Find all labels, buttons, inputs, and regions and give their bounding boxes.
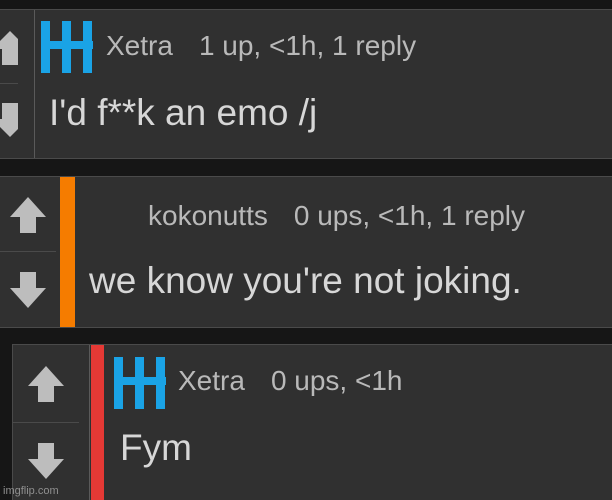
user-logo-icon <box>41 21 93 73</box>
comment: kokonutts 0 ups, <1h, 1 reply we know you… <box>0 176 612 328</box>
arrow-down-icon <box>10 271 46 308</box>
arrow-up-icon <box>0 31 18 65</box>
downvote-button[interactable] <box>0 83 18 158</box>
arrow-up-icon <box>10 196 46 233</box>
user-logo-icon <box>114 357 166 409</box>
comment-meta: Xetra 1 up, <1h, 1 reply <box>106 30 416 62</box>
divider <box>89 345 90 500</box>
vote-column <box>0 177 56 327</box>
upvote-button[interactable] <box>0 177 56 252</box>
vote-time-info: 1 up, <1h, 1 reply <box>198 30 417 61</box>
watermark: imgflip.com <box>3 485 59 497</box>
arrow-down-icon <box>0 103 18 137</box>
comment-depth-bar <box>60 177 75 327</box>
arrow-down-icon <box>28 443 64 480</box>
comment-meta: kokonutts 0 ups, <1h, 1 reply <box>148 200 525 232</box>
comment-body: Xetra 0 ups, <1h Fym <box>104 345 612 500</box>
comment-depth-bar <box>91 345 104 500</box>
comment-text: Fym <box>120 427 192 468</box>
comment: Xetra 1 up, <1h, 1 reply I'd f**k an emo … <box>0 9 612 159</box>
comment-body: kokonutts 0 ups, <1h, 1 reply we know you… <box>75 177 612 327</box>
vote-column <box>13 345 79 500</box>
comment-body: Xetra 1 up, <1h, 1 reply I'd f**k an emo … <box>35 10 612 158</box>
username-link[interactable]: Xetra <box>178 365 245 396</box>
downvote-button[interactable] <box>0 251 56 327</box>
comment-meta: Xetra 0 ups, <1h <box>178 365 403 397</box>
upvote-button[interactable] <box>0 10 18 84</box>
username-link[interactable]: Xetra <box>106 30 173 61</box>
comment: Xetra 0 ups, <1h Fym <box>12 344 612 500</box>
vote-column <box>0 10 18 158</box>
username-link[interactable]: kokonutts <box>148 200 268 231</box>
comment-text: we know you're not joking. <box>89 260 522 301</box>
vote-time-info: 0 ups, <1h <box>270 365 403 396</box>
comment-text: I'd f**k an emo /j <box>49 92 318 133</box>
vote-time-info: 0 ups, <1h, 1 reply <box>293 200 526 231</box>
arrow-up-icon <box>28 365 64 402</box>
upvote-button[interactable] <box>13 345 79 423</box>
